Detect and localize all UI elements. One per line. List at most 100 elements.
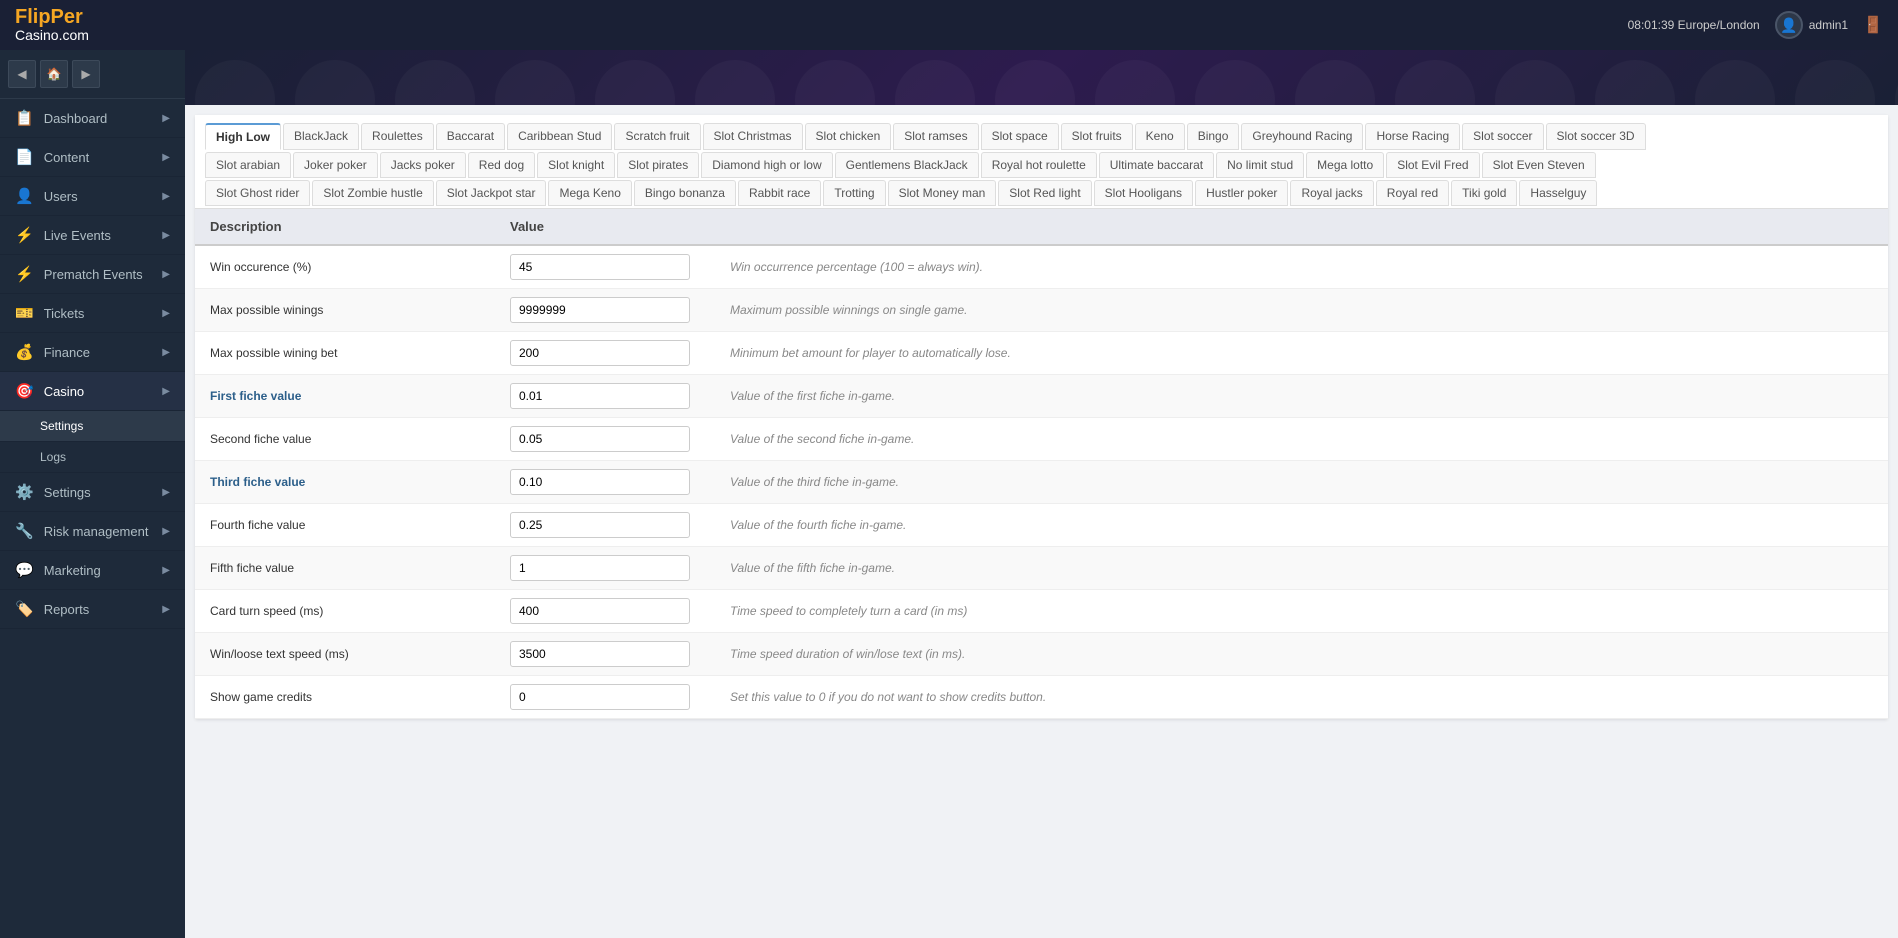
- sidebar-label-tickets: Tickets: [44, 306, 85, 321]
- content-icon: 📄: [15, 148, 34, 166]
- tab-hustler-poker[interactable]: Hustler poker: [1195, 180, 1288, 206]
- tab-joker-poker[interactable]: Joker poker: [293, 152, 378, 178]
- tab-slot-chicken[interactable]: Slot chicken: [805, 123, 892, 150]
- sidebar-item-casino[interactable]: 🎯 Casino ▶: [0, 372, 185, 411]
- tab-mega-lotto[interactable]: Mega lotto: [1306, 152, 1384, 178]
- tab-blackjack[interactable]: BlackJack: [283, 123, 359, 150]
- sidebar-label-content: Content: [44, 150, 90, 165]
- tab-baccarat[interactable]: Baccarat: [436, 123, 505, 150]
- sidebar-toggle-button[interactable]: ◀: [8, 60, 36, 88]
- sidebar-item-risk-management[interactable]: 🔧 Risk management ▶: [0, 512, 185, 551]
- tab-slot-ghost-rider[interactable]: Slot Ghost rider: [205, 180, 310, 206]
- field-input-0[interactable]: [510, 254, 690, 280]
- tab-slot-red-light[interactable]: Slot Red light: [998, 180, 1091, 206]
- tab-hasselguy[interactable]: Hasselguy: [1519, 180, 1597, 206]
- tab-slot-even-steven[interactable]: Slot Even Steven: [1482, 152, 1596, 178]
- sidebar-item-prematch-events[interactable]: ⚡ Prematch Events ▶: [0, 255, 185, 294]
- sidebar-item-content[interactable]: 📄 Content ▶: [0, 138, 185, 177]
- tab-horse-racing[interactable]: Horse Racing: [1365, 123, 1460, 150]
- field-input-7[interactable]: [510, 555, 690, 581]
- field-input-2[interactable]: [510, 340, 690, 366]
- sidebar-item-finance[interactable]: 💰 Finance ▶: [0, 333, 185, 372]
- tab-greyhound-racing[interactable]: Greyhound Racing: [1241, 123, 1363, 150]
- tab-royal-hot-roulette[interactable]: Royal hot roulette: [981, 152, 1097, 178]
- chevron-right-icon-4: ▶: [162, 230, 170, 241]
- tab-rabbit-race[interactable]: Rabbit race: [738, 180, 821, 206]
- tab-royal-jacks[interactable]: Royal jacks: [1290, 180, 1373, 206]
- sidebar-item-reports[interactable]: 🏷️ Reports ▶: [0, 590, 185, 629]
- tickets-icon: 🎫: [15, 304, 34, 322]
- tab-keno[interactable]: Keno: [1135, 123, 1185, 150]
- tab-royal-red[interactable]: Royal red: [1376, 180, 1449, 206]
- sidebar-item-dashboard[interactable]: 📋 Dashboard ▶: [0, 99, 185, 138]
- field-value-cell-0: [495, 245, 715, 289]
- chevron-right-icon-9: ▶: [162, 487, 170, 498]
- topbar-user[interactable]: 👤 admin1: [1775, 11, 1848, 39]
- field-input-6[interactable]: [510, 512, 690, 538]
- tab-slot-money-man[interactable]: Slot Money man: [888, 180, 997, 206]
- sidebar-item-users[interactable]: 👤 Users ▶: [0, 177, 185, 216]
- sidebar-label-users: Users: [44, 189, 78, 204]
- sidebar-sub-item-settings[interactable]: Settings: [0, 411, 185, 442]
- tab-slot-fruits[interactable]: Slot fruits: [1061, 123, 1133, 150]
- field-hint-4: Value of the second fiche in-game.: [715, 418, 1888, 461]
- tab-slot-arabian[interactable]: Slot arabian: [205, 152, 291, 178]
- field-input-10[interactable]: [510, 684, 690, 710]
- tab-slot-soccer-3d[interactable]: Slot soccer 3D: [1546, 123, 1646, 150]
- field-input-4[interactable]: [510, 426, 690, 452]
- tab-mega-keno[interactable]: Mega Keno: [548, 180, 631, 206]
- table-row: Show game creditsSet this value to 0 if …: [195, 676, 1888, 719]
- tab-slot-zombie-hustle[interactable]: Slot Zombie hustle: [312, 180, 433, 206]
- field-label-3: First fiche value: [195, 375, 495, 418]
- sidebar-label-settings: Settings: [44, 485, 91, 500]
- tab-slot-knight[interactable]: Slot knight: [537, 152, 615, 178]
- field-label-10: Show game credits: [195, 676, 495, 719]
- sidebar-item-marketing[interactable]: 💬 Marketing ▶: [0, 551, 185, 590]
- field-input-8[interactable]: [510, 598, 690, 624]
- tab-bingo[interactable]: Bingo: [1187, 123, 1240, 150]
- chevron-right-icon-10: ▶: [162, 526, 170, 537]
- tab-red-dog[interactable]: Red dog: [468, 152, 535, 178]
- tab-no-limit-stud[interactable]: No limit stud: [1216, 152, 1304, 178]
- field-hint-0: Win occurrence percentage (100 = always …: [715, 245, 1888, 289]
- tab-high-low[interactable]: High Low: [205, 123, 281, 150]
- tabs-row-2: Slot arabianJoker pokerJacks pokerRed do…: [205, 152, 1878, 178]
- topbar-logout-icon[interactable]: 🚪: [1863, 15, 1883, 35]
- tab-scratch-fruit[interactable]: Scratch fruit: [614, 123, 700, 150]
- tab-diamond-high-or-low[interactable]: Diamond high or low: [701, 152, 832, 178]
- tab-slot-hooligans[interactable]: Slot Hooligans: [1094, 180, 1193, 206]
- tab-roulettes[interactable]: Roulettes: [361, 123, 434, 150]
- tab-slot-evil-fred[interactable]: Slot Evil Fred: [1386, 152, 1479, 178]
- tab-jacks-poker[interactable]: Jacks poker: [380, 152, 466, 178]
- tab-ultimate-baccarat[interactable]: Ultimate baccarat: [1099, 152, 1214, 178]
- field-value-cell-6: [495, 504, 715, 547]
- settings-icon: ⚙️: [15, 483, 34, 501]
- tab-gentlemens-blackjack[interactable]: Gentlemens BlackJack: [835, 152, 979, 178]
- sidebar-label-marketing: Marketing: [44, 563, 101, 578]
- tab-tiki-gold[interactable]: Tiki gold: [1451, 180, 1517, 206]
- sidebar-label-reports: Reports: [44, 602, 90, 617]
- tab-slot-ramses[interactable]: Slot ramses: [893, 123, 978, 150]
- tab-slot-christmas[interactable]: Slot Christmas: [703, 123, 803, 150]
- field-input-1[interactable]: [510, 297, 690, 323]
- tabs-row-1: High LowBlackJackRoulettesBaccaratCaribb…: [205, 123, 1878, 150]
- tab-slot-pirates[interactable]: Slot pirates: [617, 152, 699, 178]
- tab-bingo-bonanza[interactable]: Bingo bonanza: [634, 180, 736, 206]
- field-input-5[interactable]: [510, 469, 690, 495]
- sidebar-item-tickets[interactable]: 🎫 Tickets ▶: [0, 294, 185, 333]
- field-hint-7: Value of the fifth fiche in-game.: [715, 547, 1888, 590]
- sidebar-item-live-events[interactable]: ⚡ Live Events ▶: [0, 216, 185, 255]
- field-input-3[interactable]: [510, 383, 690, 409]
- sidebar-forward-button[interactable]: ▶: [72, 60, 100, 88]
- field-label-9: Win/loose text speed (ms): [195, 633, 495, 676]
- sidebar-item-settings-main[interactable]: ⚙️ Settings ▶: [0, 473, 185, 512]
- sidebar-sub-item-logs[interactable]: Logs: [0, 442, 185, 473]
- sidebar-home-button[interactable]: 🏠: [40, 60, 68, 88]
- field-input-9[interactable]: [510, 641, 690, 667]
- reports-icon: 🏷️: [15, 600, 34, 618]
- tab-slot-soccer[interactable]: Slot soccer: [1462, 123, 1543, 150]
- tab-slot-jackpot-star[interactable]: Slot Jackpot star: [436, 180, 547, 206]
- tab-trotting[interactable]: Trotting: [823, 180, 885, 206]
- tab-slot-space[interactable]: Slot space: [981, 123, 1059, 150]
- tab-caribbean-stud[interactable]: Caribbean Stud: [507, 123, 612, 150]
